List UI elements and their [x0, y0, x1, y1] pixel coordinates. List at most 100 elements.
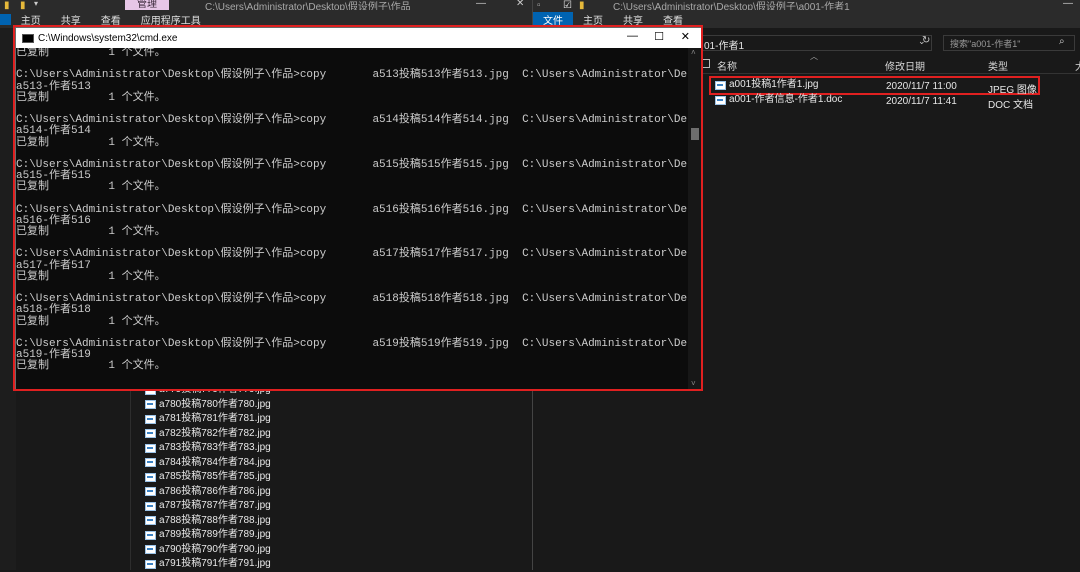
right-titlebar: ▫ ☑ ▮ C:\Users\Administrator\Desktop\假设例… — [533, 0, 1080, 13]
file-name: a784投稿784作者784.jpg — [159, 456, 271, 468]
cmd-line: C:\Users\Administrator\Desktop\假设例子\作品>c… — [16, 203, 688, 216]
cmd-scrollbar[interactable]: ˄ ˅ — [688, 48, 702, 390]
file-row-date: 2020/11/7 11:00 — [886, 81, 957, 92]
file-name: a781投稿781作者781.jpg — [159, 413, 271, 424]
list-item[interactable]: a781投稿781作者781.jpg — [145, 412, 405, 427]
search-input[interactable]: 搜索"a001-作者1" — [950, 37, 1020, 50]
jpg-file-icon — [145, 545, 156, 555]
file-row[interactable]: a001投稿1作者1.jpg — [715, 78, 819, 93]
tab-home[interactable]: 主页 — [573, 12, 613, 27]
cmd-line: C:\Users\Administrator\Desktop\假设例子\作品>c… — [16, 69, 688, 82]
list-item[interactable]: a789投稿789作者789.jpg — [145, 528, 405, 543]
search-icon[interactable]: ⌕ — [1059, 36, 1065, 47]
file-name: a780投稿780作者780.jpg — [159, 398, 271, 410]
tab-home[interactable]: 主页 — [11, 12, 51, 27]
cmd-line: 已复制 1 个文件。 — [16, 181, 166, 194]
cmd-line: C:\Users\Administrator\Desktop\假设例子\作品>c… — [16, 337, 688, 350]
list-item[interactable]: a783投稿783作者783.jpg — [145, 441, 405, 456]
minimize-icon[interactable]: — — [627, 30, 638, 42]
file-name: a786投稿786作者786.jpg — [159, 485, 271, 497]
file-row-name: a001-作者信息-作者1.doc — [729, 94, 843, 105]
file-tab[interactable] — [0, 13, 11, 25]
file-name: a782投稿782作者782.jpg — [159, 427, 271, 439]
cmd-line: _ — [16, 382, 23, 390]
sort-up-icon: ︿ — [810, 52, 818, 61]
cmd-line: 已复制 1 个文件。 — [16, 136, 166, 149]
jpg-file-icon — [145, 400, 156, 410]
tab-share[interactable]: 共享 — [613, 12, 653, 27]
cmd-line: C:\Users\Administrator\Desktop\假设例子\作品>c… — [16, 248, 688, 261]
list-item[interactable]: a788投稿788作者788.jpg — [145, 514, 405, 529]
tab-app-tools[interactable]: 应用程序工具 — [131, 12, 211, 27]
column-name[interactable]: 名称 — [717, 58, 737, 73]
refresh-icon[interactable]: ↻ — [922, 35, 930, 46]
left-file-list: a779投稿779作者779.jpga780投稿780作者780.jpga781… — [145, 383, 405, 572]
jpg-file-icon — [145, 472, 156, 482]
cmd-line: 已复制 1 个文件。 — [16, 270, 166, 283]
list-item[interactable]: a787投稿787作者787.jpg — [145, 499, 405, 514]
jpg-file-icon — [715, 80, 726, 90]
file-name: a789投稿789作者789.jpg — [159, 529, 271, 540]
minimize-icon[interactable]: — — [1063, 0, 1073, 9]
column-header-row: 名称 ︿ 修改日期 类型 大 — [693, 52, 1080, 74]
manage-tab[interactable]: 管理 — [125, 0, 169, 10]
list-item[interactable]: a782投稿782作者782.jpg — [145, 427, 405, 442]
file-name: a788投稿788作者788.jpg — [159, 514, 271, 526]
list-item[interactable]: a790投稿790作者790.jpg — [145, 543, 405, 558]
maximize-icon[interactable]: ☐ — [654, 30, 664, 43]
list-item[interactable]: a786投稿786作者786.jpg — [145, 485, 405, 500]
address-bar[interactable]: 01-作者1 ⌄ — [701, 35, 932, 52]
navigation-pane[interactable] — [0, 28, 16, 570]
left-titlebar: ▮ ▮ ▾ 管理 C:\Users\Administrator\Desktop\… — [0, 0, 532, 13]
cmd-output[interactable]: 已复制 1 个文件。 C:\Users\Administrator\Desktop… — [16, 48, 688, 390]
column-date[interactable]: 修改日期 — [885, 58, 925, 73]
cmd-line: 已复制 1 个文件。 — [16, 48, 166, 59]
jpg-file-icon — [145, 429, 156, 439]
cmd-line: a518-作者518 — [16, 304, 91, 317]
tab-view[interactable]: 查看 — [91, 12, 131, 27]
minimize-icon[interactable]: — — [476, 0, 486, 9]
file-name: a787投稿787作者787.jpg — [159, 500, 271, 511]
cmd-line: 已复制 1 个文件。 — [16, 226, 166, 238]
cmd-window[interactable]: C:\Windows\system32\cmd.exe — ☐ ✕ 已复制 1 … — [15, 27, 703, 391]
list-item[interactable]: a784投稿784作者784.jpg — [145, 456, 405, 471]
file-name: a791投稿791作者791.jpg — [159, 558, 271, 569]
jpg-file-icon — [145, 530, 156, 540]
file-row-name: a001投稿1作者1.jpg — [729, 79, 819, 90]
file-row[interactable]: a001-作者信息-作者1.doc — [715, 93, 842, 108]
cmd-titlebar[interactable]: C:\Windows\system32\cmd.exe — ☐ ✕ — [16, 28, 702, 48]
close-icon[interactable]: ✕ — [681, 30, 690, 43]
search-box[interactable]: 搜索"a001-作者1" ⌕ — [943, 35, 1075, 51]
scroll-up-icon[interactable]: ˄ — [691, 48, 696, 57]
jpg-file-icon — [145, 458, 156, 468]
jpg-file-icon — [145, 443, 156, 453]
cmd-line — [16, 193, 688, 204]
file-name: a783投稿783作者783.jpg — [159, 442, 271, 453]
breadcrumb: 01-作者1 — [704, 41, 745, 52]
scroll-down-icon[interactable]: ˅ — [691, 379, 696, 388]
cmd-line: 已复制 1 个文件。 — [16, 315, 166, 328]
tab-share[interactable]: 共享 — [51, 12, 91, 27]
scroll-thumb[interactable] — [691, 128, 699, 140]
list-item[interactable]: a785投稿785作者785.jpg — [145, 470, 405, 485]
file-name: a785投稿785作者785.jpg — [159, 471, 271, 482]
cmd-title: C:\Windows\system32\cmd.exe — [38, 32, 178, 44]
close-icon[interactable]: ✕ — [516, 0, 524, 9]
cmd-line: C:\Users\Administrator\Desktop\假设例子\作品>c… — [16, 158, 688, 171]
right-ribbon: 文件 主页 共享 查看 — [533, 10, 1080, 28]
tab-view[interactable]: 查看 — [653, 12, 693, 27]
column-type[interactable]: 类型 — [988, 58, 1008, 73]
quick-access-chevron-icon[interactable]: ▾ — [34, 0, 38, 8]
list-item[interactable]: a780投稿780作者780.jpg — [145, 398, 405, 413]
tab-file[interactable]: 文件 — [533, 11, 573, 27]
list-item[interactable]: a791投稿791作者791.jpg — [145, 557, 405, 572]
jpg-file-icon — [145, 559, 156, 569]
cmd-line: 已复制 1 个文件。 — [16, 360, 166, 373]
jpg-file-icon — [145, 516, 156, 526]
file-row-type: DOC 文档 — [988, 100, 1033, 111]
jpg-file-icon — [145, 487, 156, 497]
column-size[interactable]: 大 — [1075, 58, 1080, 73]
file-name: a790投稿790作者790.jpg — [159, 543, 271, 555]
file-row-date: 2020/11/7 11:41 — [886, 96, 957, 107]
cmd-line: a514-作者514 — [16, 125, 91, 138]
